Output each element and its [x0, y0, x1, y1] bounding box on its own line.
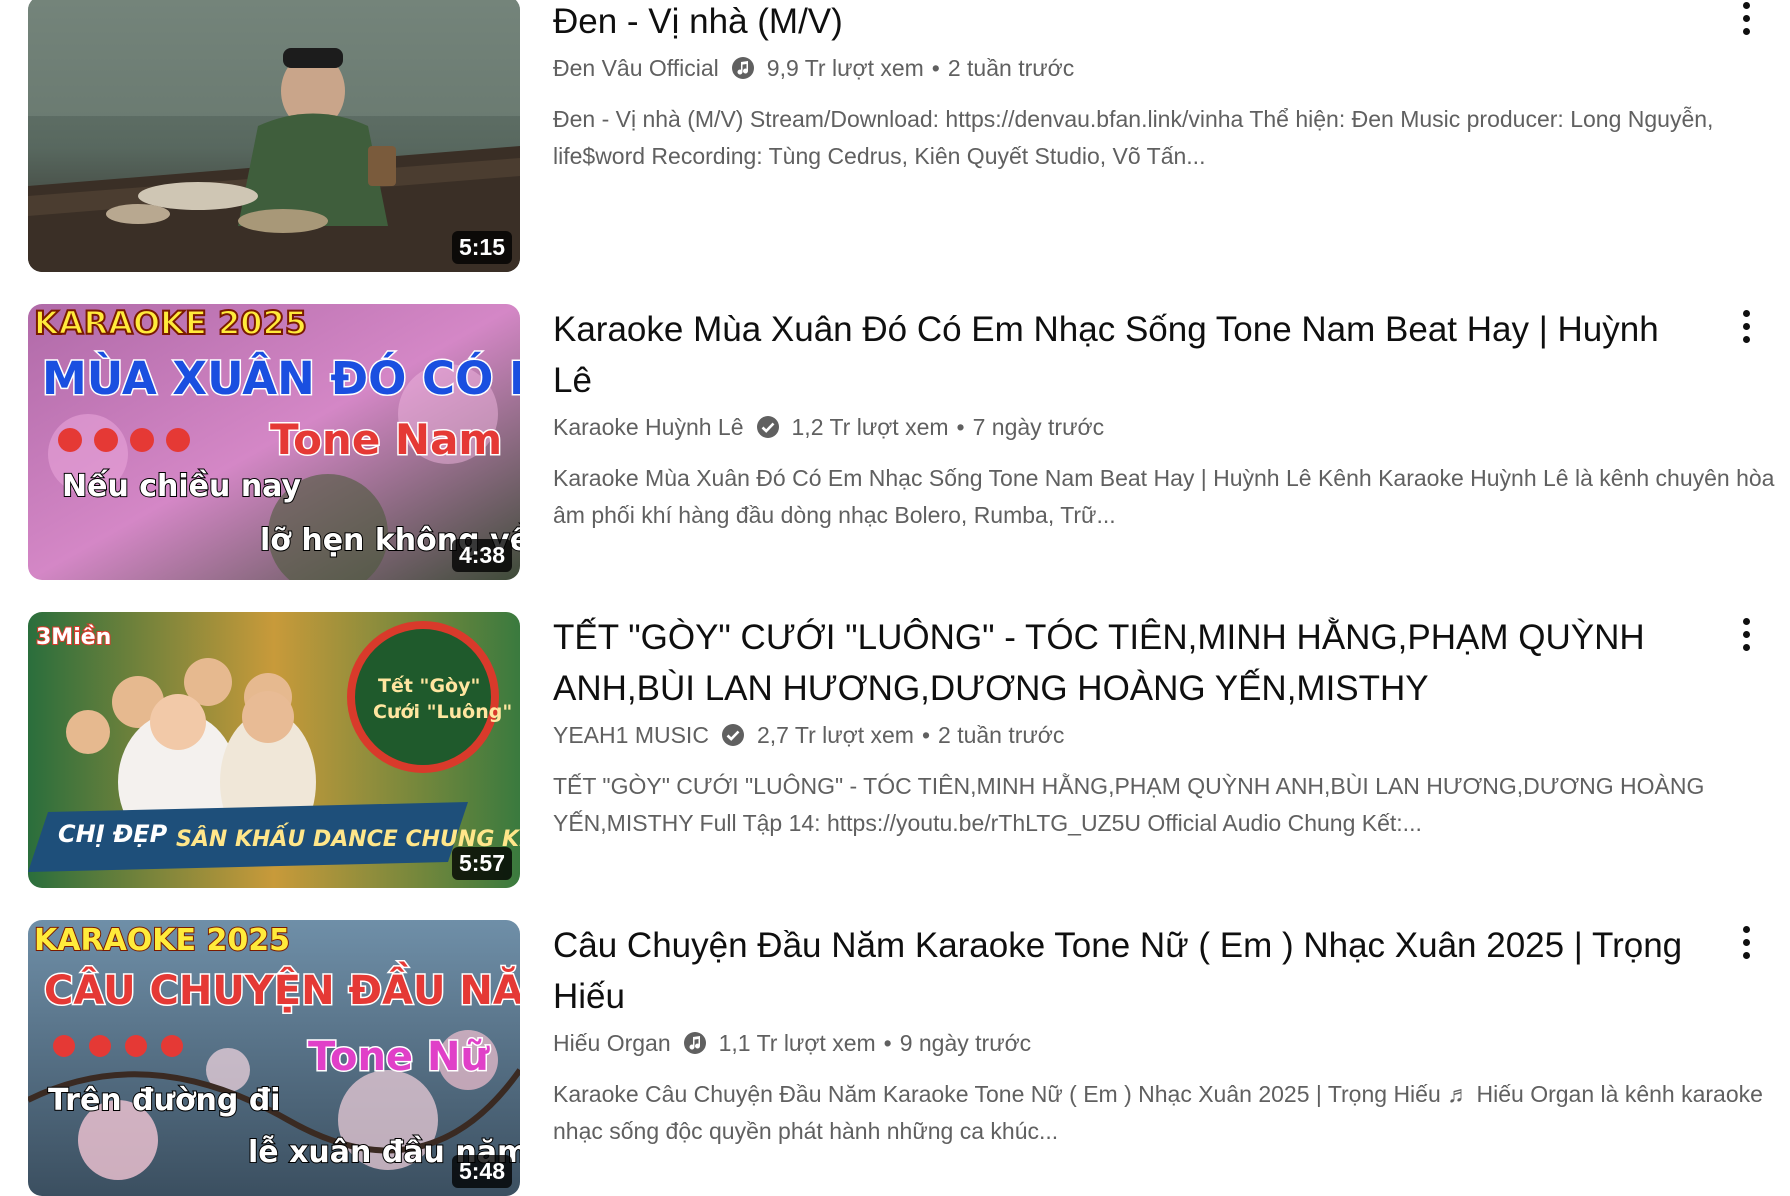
thumb-top-text: KARAOKE 2025	[34, 304, 307, 342]
video-info: Đen - Vị nhà (M/V) Đen Vâu Official 9,9 …	[553, 0, 1713, 175]
thumb-badge-line1: Tết "Gòy"	[378, 674, 480, 697]
thumb-main-text: CÂU CHUYỆN ĐẦU NĂM	[44, 960, 520, 1014]
more-actions-button[interactable]	[1724, 304, 1768, 348]
upload-age: 2 tuần trước	[938, 722, 1065, 748]
view-count: 1,2 Tr lượt xem	[791, 414, 949, 440]
more-vertical-icon	[1742, 617, 1750, 625]
video-metadata: Karaoke Huỳnh Lê 1,2 Tr lượt xem • 7 ngà…	[553, 410, 1693, 444]
meta-separator: •	[956, 414, 965, 440]
thumb-logo: 3Miền	[36, 625, 111, 650]
video-duration: 5:48	[451, 1155, 512, 1188]
thumb-top-text: KARAOKE 2025	[34, 923, 290, 958]
video-description: Đen - Vị nhà (M/V) Stream/Download: http…	[553, 106, 1714, 169]
upload-age: 2 tuần trước	[947, 55, 1075, 81]
more-actions-button[interactable]	[1724, 0, 1768, 40]
more-actions-button[interactable]	[1724, 612, 1768, 656]
more-vertical-icon	[1742, 309, 1750, 317]
meta-separator: •	[921, 722, 931, 748]
video-duration: 4:38	[451, 539, 512, 572]
video-thumbnail[interactable]: KARAOKE 2025 MÙA XUÂN ĐÓ CÓ EM Tone Nam …	[28, 304, 520, 580]
video-description: TẾT "GÒY" CƯỚI "LUÔNG" - TÓC TIÊN,MINH H…	[553, 773, 1705, 836]
more-vertical-icon	[1742, 925, 1750, 933]
video-title[interactable]: Câu Chuyện Đầu Năm Karaoke Tone Nữ ( Em …	[553, 920, 1693, 1022]
verified-check-icon	[756, 415, 780, 439]
video-metadata: YEAH1 MUSIC 2,7 Tr lượt xem • 2 tuần trư…	[553, 718, 1693, 752]
thumbnail-image: 3Miền Tết "Gòy" Cưới "Luông" CHỊ ĐẸP SÂN…	[28, 612, 520, 888]
video-title[interactable]: Karaoke Mùa Xuân Đó Có Em Nhạc Sống Tone…	[553, 304, 1693, 406]
video-title[interactable]: TẾT "GÒY" CƯỚI "LUÔNG" - TÓC TIÊN,MINH H…	[553, 612, 1693, 714]
video-duration: 5:15	[451, 231, 512, 264]
channel-name[interactable]: YEAH1 MUSIC	[553, 718, 709, 752]
music-note-badge-icon	[731, 56, 755, 80]
video-description: Karaoke Mùa Xuân Đó Có Em Nhạc Sống Tone…	[553, 465, 1775, 528]
view-count: 1,1 Tr lượt xem	[718, 1030, 876, 1056]
view-count: 9,9 Tr lượt xem	[766, 55, 924, 81]
thumb-lyric-line1: Trên đường đi	[48, 1083, 281, 1118]
thumbnail-image: KARAOKE 2025 MÙA XUÂN ĐÓ CÓ EM Tone Nam …	[28, 304, 520, 580]
video-metadata: Hiếu Organ 1,1 Tr lượt xem • 9 ngày trướ…	[553, 1026, 1693, 1060]
video-info: TẾT "GÒY" CƯỚI "LUÔNG" - TÓC TIÊN,MINH H…	[553, 612, 1704, 842]
search-results-list: 5:15 Đen - Vị nhà (M/V) Đen Vâu Official…	[0, 0, 1790, 1196]
meta-separator: •	[883, 1030, 892, 1056]
video-thumbnail[interactable]: 5:15	[28, 0, 520, 272]
thumb-show-name: CHỊ ĐẸP	[58, 820, 168, 848]
upload-age: 7 ngày trước	[972, 414, 1105, 440]
upload-age: 9 ngày trước	[899, 1030, 1032, 1056]
video-result[interactable]: KARAOKE 2025 CÂU CHUYỆN ĐẦU NĂM Tone Nữ …	[28, 920, 1768, 1196]
channel-name[interactable]: Đen Vâu Official	[553, 51, 719, 85]
thumb-badge-line2: Cưới "Luông"	[373, 701, 512, 723]
video-info: Karaoke Mùa Xuân Đó Có Em Nhạc Sống Tone…	[553, 304, 1774, 534]
thumbnail-image: KARAOKE 2025 CÂU CHUYỆN ĐẦU NĂM Tone Nữ …	[28, 920, 520, 1196]
channel-name[interactable]: Karaoke Huỳnh Lê	[553, 410, 744, 444]
channel-name[interactable]: Hiếu Organ	[553, 1026, 671, 1060]
video-duration: 5:57	[451, 847, 512, 880]
video-metadata: Đen Vâu Official 9,9 Tr lượt xem • 2 tuầ…	[553, 51, 1693, 85]
thumb-lyric-line1: Nếu chiều nay	[62, 469, 302, 504]
video-description: Karaoke Câu Chuyện Đầu Năm Karaoke Tone …	[553, 1081, 1763, 1144]
meta-separator: •	[931, 55, 940, 81]
thumb-tone-text: Tone Nam	[270, 415, 502, 464]
video-result[interactable]: 5:15 Đen - Vị nhà (M/V) Đen Vâu Official…	[28, 0, 1768, 272]
view-count: 2,7 Tr lượt xem	[756, 722, 914, 748]
video-result[interactable]: 3Miền Tết "Gòy" Cưới "Luông" CHỊ ĐẸP SÂN…	[28, 612, 1768, 888]
thumb-main-text: MÙA XUÂN ĐÓ CÓ EM	[42, 352, 520, 405]
video-info: Câu Chuyện Đầu Năm Karaoke Tone Nữ ( Em …	[553, 920, 1763, 1150]
thumbnail-image	[28, 0, 520, 272]
video-result[interactable]: KARAOKE 2025 MÙA XUÂN ĐÓ CÓ EM Tone Nam …	[28, 304, 1774, 580]
video-thumbnail[interactable]: 3Miền Tết "Gòy" Cưới "Luông" CHỊ ĐẸP SÂN…	[28, 612, 520, 888]
thumb-tone-text: Tone Nữ	[308, 1034, 490, 1080]
video-title[interactable]: Đen - Vị nhà (M/V)	[553, 0, 1693, 47]
video-thumbnail[interactable]: KARAOKE 2025 CÂU CHUYỆN ĐẦU NĂM Tone Nữ …	[28, 920, 520, 1196]
more-actions-button[interactable]	[1724, 920, 1768, 964]
music-note-badge-icon	[683, 1031, 707, 1055]
verified-check-icon	[721, 723, 745, 747]
more-vertical-icon	[1742, 1, 1750, 9]
